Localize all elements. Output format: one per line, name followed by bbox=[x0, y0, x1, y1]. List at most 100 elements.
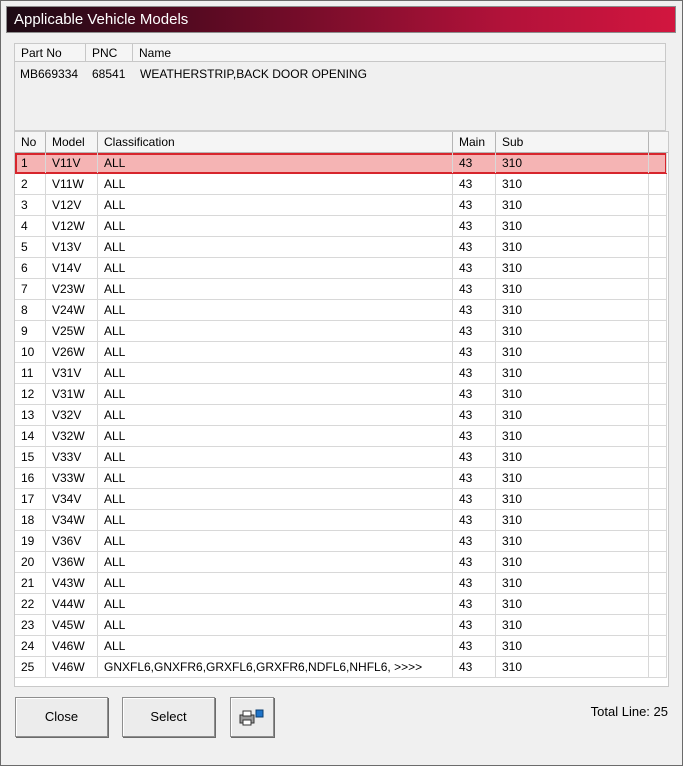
cell-no: 11 bbox=[15, 363, 46, 383]
table-row[interactable]: 16 V33W ALL 43 310 bbox=[15, 468, 667, 489]
cell-classification: ALL bbox=[98, 552, 453, 572]
cell-model: V23W bbox=[46, 279, 98, 299]
cell-classification: ALL bbox=[98, 426, 453, 446]
table-row[interactable]: 14 V32W ALL 43 310 bbox=[15, 426, 667, 447]
cell-no: 22 bbox=[15, 594, 46, 614]
cell-no: 4 bbox=[15, 216, 46, 236]
title-bar[interactable]: Applicable Vehicle Models bbox=[6, 6, 676, 33]
cell-sub: 310 bbox=[496, 615, 649, 635]
cell-sub: 310 bbox=[496, 237, 649, 257]
table-row[interactable]: 22 V44W ALL 43 310 bbox=[15, 594, 667, 615]
cell-model: V31V bbox=[46, 363, 98, 383]
cell-sub: 310 bbox=[496, 489, 649, 509]
cell-no: 5 bbox=[15, 237, 46, 257]
table-row[interactable]: 24 V46W ALL 43 310 bbox=[15, 636, 667, 657]
table-row[interactable]: 7 V23W ALL 43 310 bbox=[15, 279, 667, 300]
cell-classification: GNXFL6,GNXFR6,GRXFL6,GRXFR6,NDFL6,NHFL6,… bbox=[98, 657, 453, 677]
cell-no: 1 bbox=[15, 153, 46, 173]
col-header-part-no[interactable]: Part No bbox=[15, 44, 86, 62]
cell-classification: ALL bbox=[98, 594, 453, 614]
col-header-name[interactable]: Name bbox=[133, 44, 665, 62]
print-button[interactable] bbox=[230, 697, 274, 737]
cell-no: 15 bbox=[15, 447, 46, 467]
table-row[interactable]: 10 V26W ALL 43 310 bbox=[15, 342, 667, 363]
table-row[interactable]: 21 V43W ALL 43 310 bbox=[15, 573, 667, 594]
table-row[interactable]: 9 V25W ALL 43 310 bbox=[15, 321, 667, 342]
table-row[interactable]: 1 V11V ALL 43 310 bbox=[15, 153, 667, 174]
cell-no: 24 bbox=[15, 636, 46, 656]
cell-main: 43 bbox=[453, 657, 496, 677]
total-line-label: Total Line: 25 bbox=[590, 704, 668, 719]
cell-filler bbox=[649, 657, 667, 677]
applicable-vehicle-models-window: Applicable Vehicle Models Part No PNC Na… bbox=[0, 0, 683, 766]
cell-model: V34V bbox=[46, 489, 98, 509]
table-row[interactable]: 11 V31V ALL 43 310 bbox=[15, 363, 667, 384]
cell-model: V14V bbox=[46, 258, 98, 278]
close-button[interactable]: Close bbox=[15, 697, 108, 737]
cell-filler bbox=[649, 615, 667, 635]
table-row[interactable]: 6 V14V ALL 43 310 bbox=[15, 258, 667, 279]
table-row[interactable]: 23 V45W ALL 43 310 bbox=[15, 615, 667, 636]
table-row[interactable]: 13 V32V ALL 43 310 bbox=[15, 405, 667, 426]
cell-filler bbox=[649, 174, 667, 194]
cell-sub: 310 bbox=[496, 510, 649, 530]
table-row[interactable]: 12 V31W ALL 43 310 bbox=[15, 384, 667, 405]
col-header-sub[interactable]: Sub bbox=[496, 132, 649, 153]
cell-filler bbox=[649, 279, 667, 299]
cell-filler bbox=[649, 384, 667, 404]
select-button[interactable]: Select bbox=[122, 697, 215, 737]
cell-model: V45W bbox=[46, 615, 98, 635]
col-header-model[interactable]: Model bbox=[46, 132, 98, 153]
cell-classification: ALL bbox=[98, 468, 453, 488]
table-row[interactable]: 5 V13V ALL 43 310 bbox=[15, 237, 667, 258]
cell-filler bbox=[649, 468, 667, 488]
cell-main: 43 bbox=[453, 258, 496, 278]
cell-filler bbox=[649, 195, 667, 215]
col-header-classification[interactable]: Classification bbox=[98, 132, 453, 153]
cell-classification: ALL bbox=[98, 405, 453, 425]
cell-filler bbox=[649, 489, 667, 509]
cell-no: 20 bbox=[15, 552, 46, 572]
cell-main: 43 bbox=[453, 363, 496, 383]
cell-sub: 310 bbox=[496, 321, 649, 341]
cell-no: 12 bbox=[15, 384, 46, 404]
cell-model: V34W bbox=[46, 510, 98, 530]
col-header-no[interactable]: No bbox=[15, 132, 46, 153]
cell-main: 43 bbox=[453, 552, 496, 572]
cell-no: 6 bbox=[15, 258, 46, 278]
cell-model: V11V bbox=[46, 153, 98, 173]
table-row[interactable]: 8 V24W ALL 43 310 bbox=[15, 300, 667, 321]
cell-filler bbox=[649, 447, 667, 467]
part-no-value: MB669334 bbox=[20, 67, 79, 81]
table-row[interactable]: 20 V36W ALL 43 310 bbox=[15, 552, 667, 573]
table-row[interactable]: 25 V46W GNXFL6,GNXFR6,GRXFL6,GRXFR6,NDFL6,… bbox=[15, 657, 667, 678]
table-row[interactable]: 2 V11W ALL 43 310 bbox=[15, 174, 667, 195]
cell-filler bbox=[649, 300, 667, 320]
cell-filler bbox=[649, 405, 667, 425]
cell-no: 14 bbox=[15, 426, 46, 446]
cell-model: V33W bbox=[46, 468, 98, 488]
table-row[interactable]: 15 V33V ALL 43 310 bbox=[15, 447, 667, 468]
part-name-value: WEATHERSTRIP,BACK DOOR OPENING bbox=[140, 67, 367, 81]
table-row[interactable]: 4 V12W ALL 43 310 bbox=[15, 216, 667, 237]
cell-model: V32W bbox=[46, 426, 98, 446]
cell-main: 43 bbox=[453, 300, 496, 320]
cell-sub: 310 bbox=[496, 300, 649, 320]
cell-classification: ALL bbox=[98, 384, 453, 404]
cell-filler bbox=[649, 636, 667, 656]
cell-no: 17 bbox=[15, 489, 46, 509]
cell-classification: ALL bbox=[98, 195, 453, 215]
cell-sub: 310 bbox=[496, 657, 649, 677]
col-header-main[interactable]: Main bbox=[453, 132, 496, 153]
cell-no: 16 bbox=[15, 468, 46, 488]
cell-model: V36V bbox=[46, 531, 98, 551]
table-row[interactable]: 19 V36V ALL 43 310 bbox=[15, 531, 667, 552]
table-row[interactable]: 3 V12V ALL 43 310 bbox=[15, 195, 667, 216]
vehicle-models-table[interactable]: No Model Classification Main Sub 1 V11V AL… bbox=[14, 131, 669, 687]
cell-no: 3 bbox=[15, 195, 46, 215]
table-row[interactable]: 17 V34V ALL 43 310 bbox=[15, 489, 667, 510]
cell-main: 43 bbox=[453, 615, 496, 635]
cell-sub: 310 bbox=[496, 384, 649, 404]
col-header-pnc[interactable]: PNC bbox=[86, 44, 133, 62]
table-row[interactable]: 18 V34W ALL 43 310 bbox=[15, 510, 667, 531]
